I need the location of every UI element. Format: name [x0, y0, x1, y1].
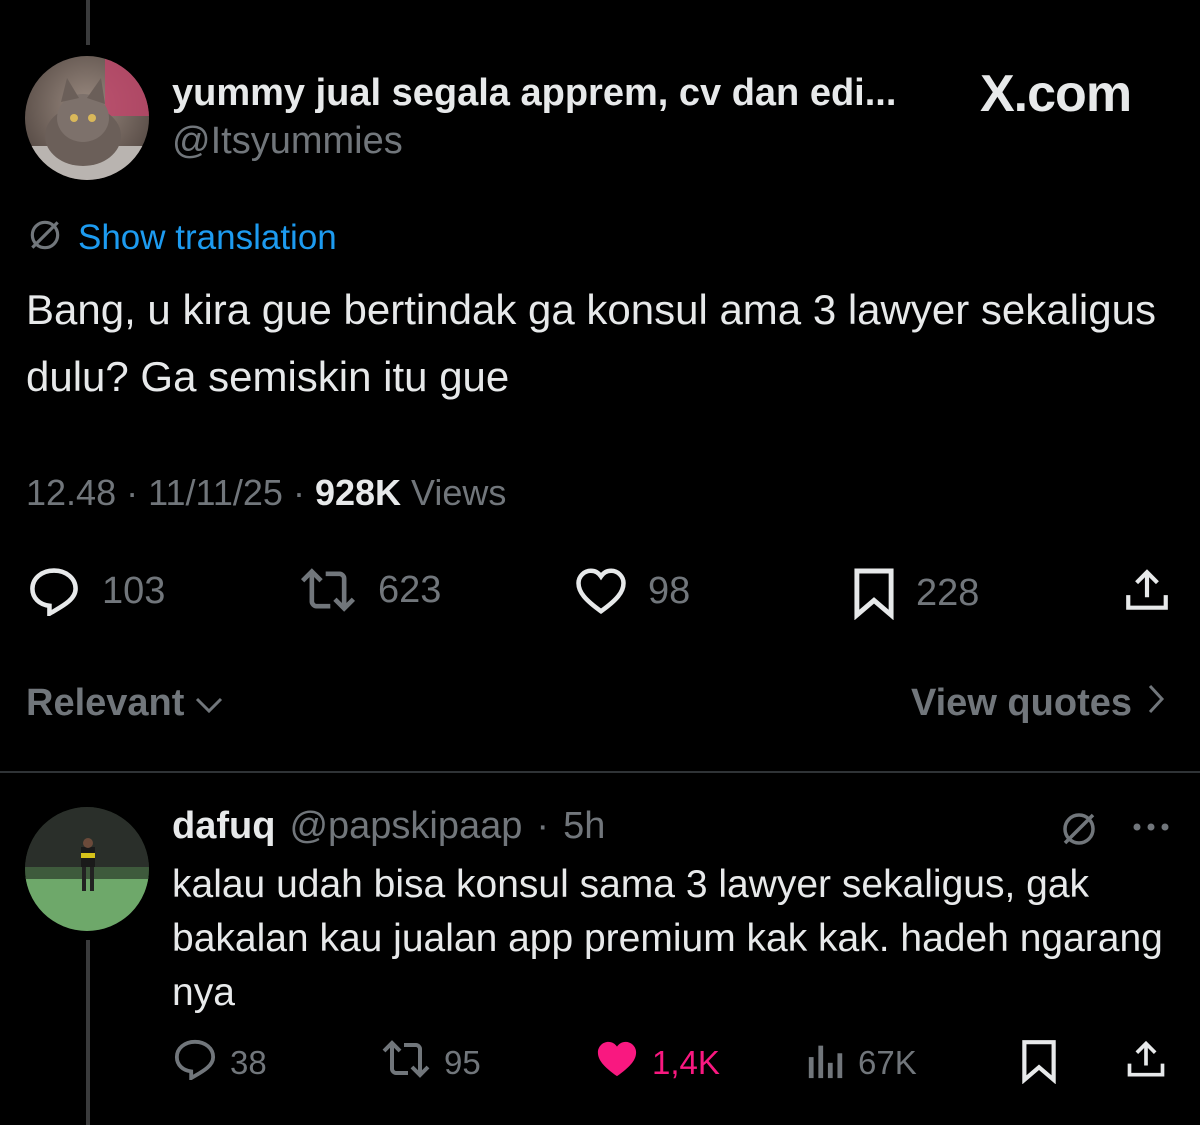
thread-line-bottom: [86, 940, 90, 1125]
like-count: 98: [648, 569, 691, 612]
view-quotes-link[interactable]: View quotes: [911, 682, 1166, 725]
like-icon: [574, 566, 628, 616]
reply-author-avatar[interactable]: [25, 807, 149, 931]
section-divider: [0, 771, 1200, 773]
reply-like-count: 1,4K: [652, 1044, 720, 1081]
more-icon[interactable]: [1130, 820, 1172, 839]
view-quotes-label: View quotes: [910, 682, 1132, 724]
like-button[interactable]: 98: [574, 566, 690, 616]
author-avatar[interactable]: [25, 56, 149, 180]
reply-like-button[interactable]: 1,4K: [594, 1038, 720, 1088]
show-translation-link[interactable]: Show translation: [26, 216, 337, 259]
repost-icon: [298, 566, 358, 614]
reply-icon: [172, 1038, 218, 1088]
bookmark-icon: [852, 566, 896, 620]
reply-display-name[interactable]: dafuq: [172, 805, 275, 848]
bookmark-icon: [1020, 1040, 1058, 1088]
reply-reply-button[interactable]: 38: [172, 1038, 267, 1088]
repost-icon: [380, 1038, 432, 1088]
reply-separator: ·: [536, 805, 550, 847]
author-handle[interactable]: @Itsyummies: [172, 120, 403, 163]
author-display-name[interactable]: yummy jual segala apprem, cv dan edi...: [172, 72, 896, 115]
tweet-time[interactable]: 12.48: [26, 472, 116, 513]
meta-separator: ·: [126, 472, 139, 513]
brand-watermark: X.com: [980, 65, 1132, 123]
views-count: 928K: [314, 472, 402, 513]
reply-views-count: 67K: [858, 1044, 917, 1081]
chevron-down-icon: [194, 682, 224, 725]
bookmark-button[interactable]: 228: [852, 566, 979, 620]
translate-globe-icon: [26, 216, 64, 259]
reply-views-button[interactable]: 67K: [806, 1038, 917, 1088]
share-icon: [1124, 1040, 1168, 1086]
tweet-meta: 12.48 · 11/11/25 · 928K Views: [26, 472, 506, 514]
reply-count: 103: [102, 569, 166, 612]
reply-share-button[interactable]: [1124, 1038, 1168, 1087]
views-icon: [806, 1038, 846, 1088]
share-button[interactable]: [1122, 566, 1172, 621]
reply-reply-count: 38: [230, 1044, 267, 1081]
tweet-text: Bang, u kira gue bertindak ga konsul ama…: [26, 286, 1156, 400]
reply-translate-icon[interactable]: [1058, 808, 1100, 855]
tweet-date[interactable]: 11/11/25: [148, 472, 283, 513]
repost-count: 623: [378, 568, 442, 611]
reply-handle[interactable]: @papskipaap: [289, 805, 522, 848]
show-translation-label[interactable]: Show translation: [78, 218, 337, 258]
reply-text: kalau udah bisa konsul sama 3 lawyer sek…: [172, 863, 1163, 1014]
sort-label: Relevant: [26, 682, 185, 724]
like-icon: [594, 1038, 640, 1088]
meta-separator: ·: [292, 472, 305, 513]
share-icon: [1122, 569, 1172, 620]
reply-age[interactable]: 5h: [563, 805, 605, 848]
views-label: Views: [411, 472, 507, 513]
reply-icon: [26, 566, 82, 616]
reply-button[interactable]: 103: [26, 566, 165, 616]
reply-repost-count: 95: [444, 1044, 481, 1081]
thread-line-top: [86, 0, 90, 45]
reply-bookmark-button[interactable]: [1020, 1038, 1058, 1089]
repost-button[interactable]: 623: [298, 566, 441, 614]
chevron-right-icon: [1146, 682, 1166, 725]
bookmark-count: 228: [916, 571, 980, 614]
sort-dropdown[interactable]: Relevant: [26, 682, 224, 725]
reply-header: dafuq @papskipaap · 5h: [172, 805, 605, 848]
reply-repost-button[interactable]: 95: [380, 1038, 481, 1088]
